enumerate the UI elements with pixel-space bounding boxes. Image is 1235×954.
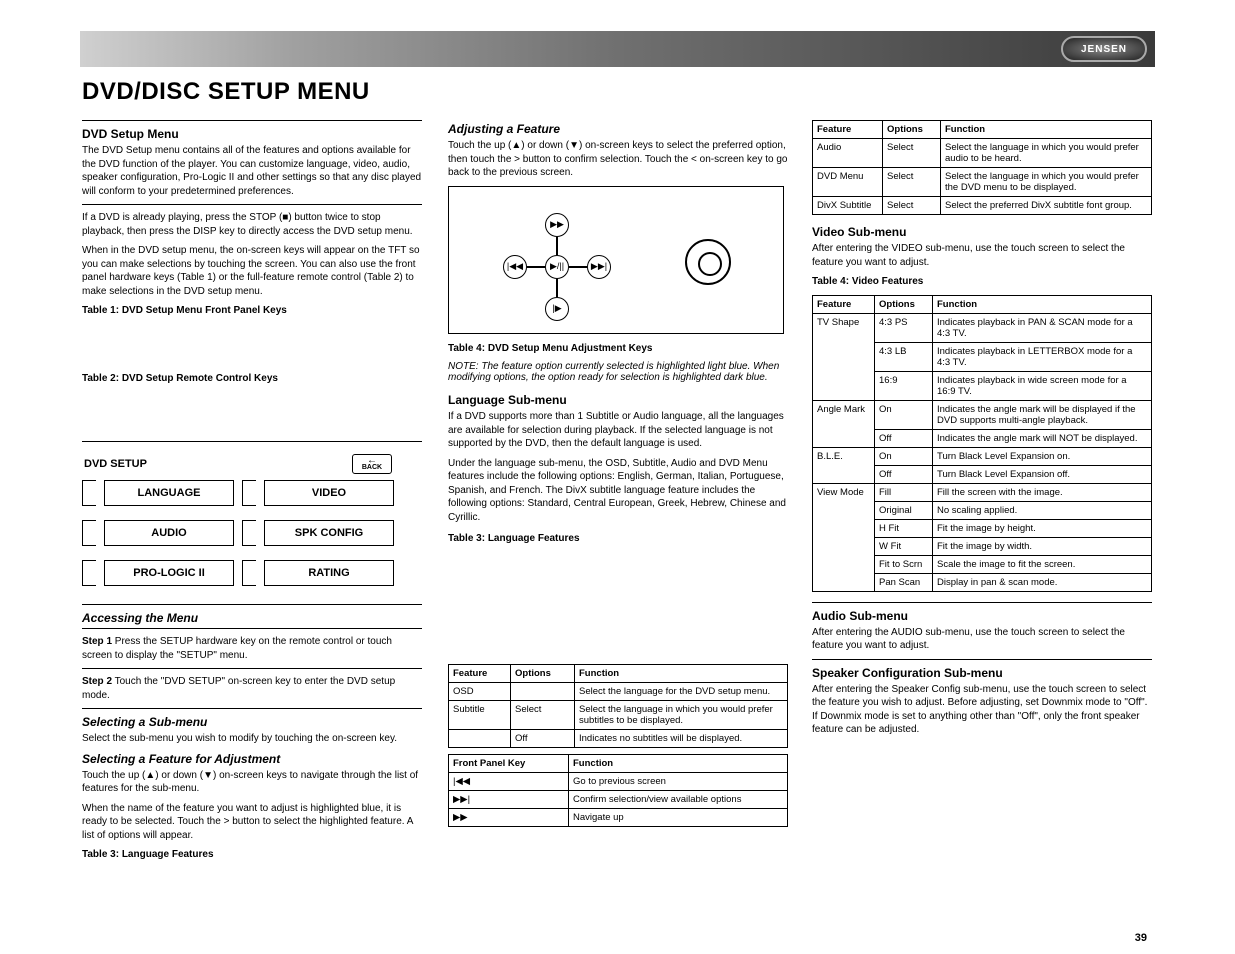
- dvd-setup-panel: DVD SETUP ← BACK LANGUAGE VIDEO AUDIO SP…: [82, 448, 394, 586]
- opt-box[interactable]: [82, 560, 96, 586]
- opt-box[interactable]: [242, 480, 256, 506]
- p: If a DVD is already playing, press the S…: [82, 211, 422, 238]
- sec-language-title: Language Sub-menu: [448, 393, 788, 407]
- ff-icon: ▶▶: [545, 213, 569, 237]
- table-row: AudioSelectSelect the language in which …: [813, 139, 1152, 168]
- th: Front Panel Key: [449, 755, 569, 773]
- th: Function: [933, 295, 1152, 313]
- opt-language[interactable]: LANGUAGE: [104, 480, 234, 506]
- p: Under the language sub-menu, the OSD, Su…: [448, 457, 788, 525]
- page-title: DVD/DISC SETUP MENU: [82, 78, 370, 106]
- sec-dvd-setup-title: DVD Setup Menu: [82, 127, 422, 141]
- sec-adjusting-title: Adjusting a Feature: [448, 122, 788, 136]
- table-row: View ModeFillFill the screen with the im…: [813, 483, 1152, 501]
- play-pause-icon: ▶/||: [545, 255, 569, 279]
- p: After entering the VIDEO sub-menu, use t…: [812, 242, 1152, 269]
- th: Options: [883, 121, 941, 139]
- p: Step 1 Press the SETUP hardware key on t…: [82, 635, 422, 662]
- table-row: DivX SubtitleSelectSelect the preferred …: [813, 197, 1152, 215]
- th: Function: [575, 664, 788, 682]
- p: The DVD Setup menu contains all of the f…: [82, 144, 422, 198]
- table-row: |◀◀Go to previous screen: [449, 773, 788, 791]
- p: Select the sub-menu you wish to modify b…: [82, 732, 422, 746]
- th: Options: [511, 664, 575, 682]
- prev-icon: |◀◀: [503, 255, 527, 279]
- sec-accessing-title: Accessing the Menu: [82, 611, 422, 625]
- back-button[interactable]: ← BACK: [352, 454, 392, 474]
- key-diagram: ▶▶ |◀◀ ▶/|| ▶▶| |▶: [448, 186, 784, 334]
- table-row: TV Shape4:3 PSIndicates playback in PAN …: [813, 313, 1152, 342]
- sec-select-submenu-title: Selecting a Sub-menu: [82, 715, 422, 729]
- caption: Table 2: DVD Setup Remote Control Keys: [82, 372, 422, 386]
- opt-spkconfig[interactable]: SPK CONFIG: [264, 520, 394, 546]
- opt-rating[interactable]: RATING: [264, 560, 394, 586]
- table-row: ▶▶|Confirm selection/view available opti…: [449, 791, 788, 809]
- p: After entering the AUDIO sub-menu, use t…: [812, 626, 1152, 653]
- opt-video[interactable]: VIDEO: [264, 480, 394, 506]
- p: After entering the Speaker Config sub-me…: [812, 683, 1152, 737]
- th: Feature: [813, 121, 883, 139]
- p: When in the DVD setup menu, the on-scree…: [82, 244, 422, 298]
- brand-logo: JENSEN: [1061, 36, 1147, 62]
- sec-spk-title: Speaker Configuration Sub-menu: [812, 666, 1152, 680]
- table-video-features: Feature Options Function TV Shape4:3 PSI…: [812, 295, 1152, 592]
- p: If a DVD supports more than 1 Subtitle o…: [448, 410, 788, 451]
- table-language-cont: Feature Options Function AudioSelectSele…: [812, 120, 1152, 215]
- note: NOTE: The feature option currently selec…: [448, 361, 788, 383]
- p: Touch the up (▲) or down (▼) on-screen k…: [82, 769, 422, 796]
- p: Touch the up (▲) or down (▼) on-screen k…: [448, 139, 788, 180]
- th: Function: [569, 755, 788, 773]
- opt-audio[interactable]: AUDIO: [104, 520, 234, 546]
- th: Feature: [449, 664, 511, 682]
- opt-box[interactable]: [82, 520, 96, 546]
- sec-select-feature-title: Selecting a Feature for Adjustment: [82, 752, 422, 766]
- th: Feature: [813, 295, 875, 313]
- caption: Table 3: Language Features: [82, 848, 422, 862]
- table-row: Angle MarkOnIndicates the angle mark wil…: [813, 400, 1152, 429]
- table-row: B.L.E.OnTurn Black Level Expansion on.: [813, 447, 1152, 465]
- opt-box[interactable]: [242, 520, 256, 546]
- caption: Table 3: Language Features: [448, 532, 788, 546]
- table-row: OffIndicates no subtitles will be displa…: [449, 729, 788, 747]
- table-row: ▶▶Navigate up: [449, 809, 788, 827]
- caption: Table 1: DVD Setup Menu Front Panel Keys: [82, 304, 422, 318]
- back-label: BACK: [362, 464, 382, 471]
- table-language-features: Feature Options Function OSDSelect the l…: [448, 664, 788, 748]
- next-icon: ▶▶|: [587, 255, 611, 279]
- caption: Table 4: Video Features: [812, 275, 1152, 289]
- dvd-setup-label: DVD SETUP: [84, 458, 147, 470]
- sec-video-title: Video Sub-menu: [812, 225, 1152, 239]
- opt-prologic[interactable]: PRO-LOGIC II: [104, 560, 234, 586]
- page-number: 39: [1135, 932, 1147, 944]
- header-band: [80, 31, 1155, 67]
- joystick-icon: [685, 239, 731, 285]
- table-row: SubtitleSelectSelect the language in whi…: [449, 700, 788, 729]
- th: Function: [941, 121, 1152, 139]
- table-row: OSDSelect the language for the DVD setup…: [449, 682, 788, 700]
- table-front-panel-keys: Front Panel Key Function |◀◀Go to previo…: [448, 754, 788, 827]
- caption: Table 4: DVD Setup Menu Adjustment Keys: [448, 342, 788, 356]
- arrow-left-icon: ←: [367, 457, 377, 464]
- table-row: DVD MenuSelectSelect the language in whi…: [813, 168, 1152, 197]
- step-icon: |▶: [545, 297, 569, 321]
- p: Step 2 Touch the "DVD SETUP" on-screen k…: [82, 675, 422, 702]
- sec-audio-title: Audio Sub-menu: [812, 609, 1152, 623]
- opt-box[interactable]: [82, 480, 96, 506]
- opt-box[interactable]: [242, 560, 256, 586]
- p: When the name of the feature you want to…: [82, 802, 422, 843]
- th: Options: [875, 295, 933, 313]
